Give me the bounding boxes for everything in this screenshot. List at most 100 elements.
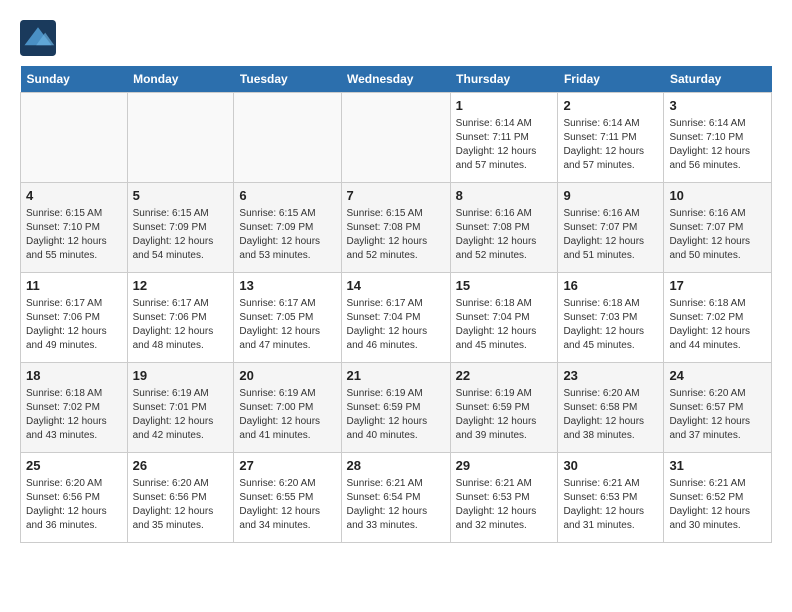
day-number: 20 — [239, 367, 335, 385]
header-sunday: Sunday — [21, 66, 128, 93]
day-cell — [234, 93, 341, 183]
day-cell: 11 Sunrise: 6:17 AM Sunset: 7:06 PM Dayli… — [21, 273, 128, 363]
header-tuesday: Tuesday — [234, 66, 341, 93]
day-number: 30 — [563, 457, 658, 475]
calendar-body: 1 Sunrise: 6:14 AM Sunset: 7:11 PM Daylig… — [21, 93, 772, 543]
day-number: 4 — [26, 187, 122, 205]
day-number: 26 — [133, 457, 229, 475]
day-info: Sunrise: 6:20 AM Sunset: 6:56 PM Dayligh… — [26, 477, 122, 533]
day-cell: 20Sunrise: 6:19 AM Sunset: 7:00 PM Dayli… — [234, 363, 341, 453]
day-info: Sunrise: 6:17 AM Sunset: 7:06 PM Dayligh… — [26, 297, 122, 353]
day-info: Sunrise: 6:17 AM Sunset: 7:05 PM Dayligh… — [239, 297, 335, 353]
day-info: Sunrise: 6:20 AM Sunset: 6:57 PM Dayligh… — [669, 387, 766, 443]
day-info: Sunrise: 6:14 AM Sunset: 7:10 PM Dayligh… — [669, 117, 766, 173]
day-cell: 14 Sunrise: 6:17 AM Sunset: 7:04 PM Dayli… — [341, 273, 450, 363]
week-row-1: 1 Sunrise: 6:14 AM Sunset: 7:11 PM Daylig… — [21, 93, 772, 183]
day-number: 31 — [669, 457, 766, 475]
day-cell: 21 Sunrise: 6:19 AM Sunset: 6:59 PM Dayli… — [341, 363, 450, 453]
day-number: 19 — [133, 367, 229, 385]
calendar-table: SundayMondayTuesdayWednesdayThursdayFrid… — [20, 66, 772, 543]
logo-icon — [20, 20, 56, 56]
day-cell: 10 Sunrise: 6:16 AM Sunset: 7:07 PM Dayli… — [664, 183, 772, 273]
day-info: Sunrise: 6:17 AM Sunset: 7:06 PM Dayligh… — [133, 297, 229, 353]
day-info: Sunrise: 6:15 AM Sunset: 7:09 PM Dayligh… — [133, 207, 229, 263]
day-number: 27 — [239, 457, 335, 475]
day-info: Sunrise: 6:19 AM Sunset: 6:59 PM Dayligh… — [456, 387, 553, 443]
day-cell: 23Sunrise: 6:20 AM Sunset: 6:58 PM Dayli… — [558, 363, 664, 453]
header-wednesday: Wednesday — [341, 66, 450, 93]
logo — [20, 20, 60, 56]
day-cell: 3 Sunrise: 6:14 AM Sunset: 7:10 PM Daylig… — [664, 93, 772, 183]
day-number: 24 — [669, 367, 766, 385]
day-cell: 1 Sunrise: 6:14 AM Sunset: 7:11 PM Daylig… — [450, 93, 558, 183]
day-info: Sunrise: 6:21 AM Sunset: 6:54 PM Dayligh… — [347, 477, 445, 533]
day-number: 10 — [669, 187, 766, 205]
day-number: 11 — [26, 277, 122, 295]
day-cell — [21, 93, 128, 183]
day-number: 13 — [239, 277, 335, 295]
day-number: 15 — [456, 277, 553, 295]
day-number: 18 — [26, 367, 122, 385]
header-saturday: Saturday — [664, 66, 772, 93]
day-cell: 2 Sunrise: 6:14 AM Sunset: 7:11 PM Daylig… — [558, 93, 664, 183]
day-info: Sunrise: 6:14 AM Sunset: 7:11 PM Dayligh… — [456, 117, 553, 173]
day-number: 14 — [347, 277, 445, 295]
day-number: 29 — [456, 457, 553, 475]
day-number: 17 — [669, 277, 766, 295]
day-number: 1 — [456, 97, 553, 115]
day-cell: 4 Sunrise: 6:15 AM Sunset: 7:10 PM Daylig… — [21, 183, 128, 273]
day-info: Sunrise: 6:18 AM Sunset: 7:02 PM Dayligh… — [669, 297, 766, 353]
day-info: Sunrise: 6:14 AM Sunset: 7:11 PM Dayligh… — [563, 117, 658, 173]
day-number: 7 — [347, 187, 445, 205]
day-number: 25 — [26, 457, 122, 475]
header-friday: Friday — [558, 66, 664, 93]
day-cell: 12 Sunrise: 6:17 AM Sunset: 7:06 PM Dayli… — [127, 273, 234, 363]
day-number: 9 — [563, 187, 658, 205]
day-number: 2 — [563, 97, 658, 115]
day-cell: 5Sunrise: 6:15 AM Sunset: 7:09 PM Daylig… — [127, 183, 234, 273]
day-info: Sunrise: 6:17 AM Sunset: 7:04 PM Dayligh… — [347, 297, 445, 353]
day-info: Sunrise: 6:15 AM Sunset: 7:10 PM Dayligh… — [26, 207, 122, 263]
day-info: Sunrise: 6:21 AM Sunset: 6:52 PM Dayligh… — [669, 477, 766, 533]
day-info: Sunrise: 6:20 AM Sunset: 6:55 PM Dayligh… — [239, 477, 335, 533]
header-thursday: Thursday — [450, 66, 558, 93]
day-cell: 22Sunrise: 6:19 AM Sunset: 6:59 PM Dayli… — [450, 363, 558, 453]
day-info: Sunrise: 6:21 AM Sunset: 6:53 PM Dayligh… — [456, 477, 553, 533]
week-row-2: 4 Sunrise: 6:15 AM Sunset: 7:10 PM Daylig… — [21, 183, 772, 273]
day-info: Sunrise: 6:21 AM Sunset: 6:53 PM Dayligh… — [563, 477, 658, 533]
page-header — [20, 20, 772, 56]
day-cell: 26 Sunrise: 6:20 AM Sunset: 6:56 PM Dayli… — [127, 453, 234, 543]
day-info: Sunrise: 6:19 AM Sunset: 7:01 PM Dayligh… — [133, 387, 229, 443]
day-info: Sunrise: 6:16 AM Sunset: 7:07 PM Dayligh… — [669, 207, 766, 263]
day-info: Sunrise: 6:18 AM Sunset: 7:04 PM Dayligh… — [456, 297, 553, 353]
day-cell — [127, 93, 234, 183]
day-info: Sunrise: 6:18 AM Sunset: 7:03 PM Dayligh… — [563, 297, 658, 353]
day-info: Sunrise: 6:16 AM Sunset: 7:08 PM Dayligh… — [456, 207, 553, 263]
day-number: 3 — [669, 97, 766, 115]
day-cell: 9Sunrise: 6:16 AM Sunset: 7:07 PM Daylig… — [558, 183, 664, 273]
day-cell: 17 Sunrise: 6:18 AM Sunset: 7:02 PM Dayli… — [664, 273, 772, 363]
day-info: Sunrise: 6:19 AM Sunset: 6:59 PM Dayligh… — [347, 387, 445, 443]
day-info: Sunrise: 6:15 AM Sunset: 7:09 PM Dayligh… — [239, 207, 335, 263]
day-number: 28 — [347, 457, 445, 475]
header-row: SundayMondayTuesdayWednesdayThursdayFrid… — [21, 66, 772, 93]
day-cell: 13 Sunrise: 6:17 AM Sunset: 7:05 PM Dayli… — [234, 273, 341, 363]
day-cell: 19 Sunrise: 6:19 AM Sunset: 7:01 PM Dayli… — [127, 363, 234, 453]
calendar-header: SundayMondayTuesdayWednesdayThursdayFrid… — [21, 66, 772, 93]
day-cell: 31 Sunrise: 6:21 AM Sunset: 6:52 PM Dayli… — [664, 453, 772, 543]
header-monday: Monday — [127, 66, 234, 93]
day-cell: 27 Sunrise: 6:20 AM Sunset: 6:55 PM Dayli… — [234, 453, 341, 543]
day-cell — [341, 93, 450, 183]
day-number: 16 — [563, 277, 658, 295]
week-row-4: 18Sunrise: 6:18 AM Sunset: 7:02 PM Dayli… — [21, 363, 772, 453]
day-info: Sunrise: 6:20 AM Sunset: 6:56 PM Dayligh… — [133, 477, 229, 533]
week-row-3: 11 Sunrise: 6:17 AM Sunset: 7:06 PM Dayli… — [21, 273, 772, 363]
day-number: 21 — [347, 367, 445, 385]
day-cell: 6Sunrise: 6:15 AM Sunset: 7:09 PM Daylig… — [234, 183, 341, 273]
day-cell: 18Sunrise: 6:18 AM Sunset: 7:02 PM Dayli… — [21, 363, 128, 453]
day-number: 23 — [563, 367, 658, 385]
day-cell: 16 Sunrise: 6:18 AM Sunset: 7:03 PM Dayli… — [558, 273, 664, 363]
day-number: 12 — [133, 277, 229, 295]
week-row-5: 25 Sunrise: 6:20 AM Sunset: 6:56 PM Dayli… — [21, 453, 772, 543]
day-number: 8 — [456, 187, 553, 205]
